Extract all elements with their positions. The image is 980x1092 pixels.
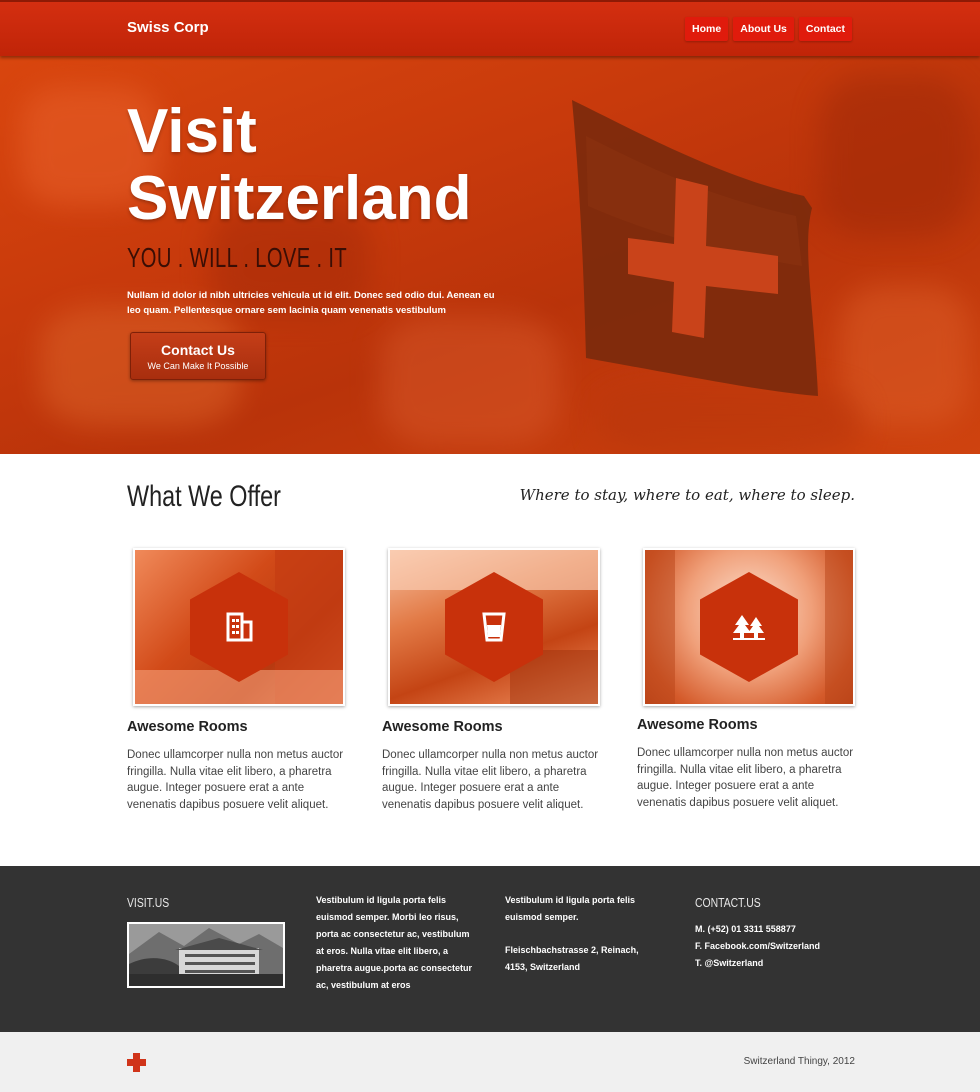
card-text: Donec ullamcorper nulla non metus auctor…: [382, 749, 599, 811]
card-image[interactable]: [388, 548, 600, 706]
cta-label: Contact Us: [161, 342, 235, 358]
hero-description: Nullam id dolor id nibh ultricies vehicu…: [127, 290, 495, 316]
footer-address-line: Fleischbachstrasse 2, Reinach,: [505, 945, 639, 955]
contact-twitter-link[interactable]: T. @Switzerland: [695, 955, 855, 972]
building-icon: [190, 572, 288, 682]
section-subtitle: Where to stay, where to eat, where to sl…: [519, 486, 855, 504]
card-text: Donec ullamcorper nulla non metus auctor…: [637, 747, 854, 809]
contact-facebook-link[interactable]: F. Facebook.com/Switzerland: [695, 938, 855, 955]
footer-column-text: Vestibulum id ligula porta felis euismod…: [505, 895, 636, 922]
footer-address-line: 4153, Switzerland: [505, 962, 581, 972]
card-title: Awesome Rooms: [382, 719, 503, 735]
contact-us-button[interactable]: Contact Us We Can Make It Possible: [130, 332, 266, 380]
hero-title: Visit Switzerland: [127, 98, 472, 232]
site-footer: VISIT.US Vestibulum id ligula porta feli…: [0, 866, 980, 1032]
nav-about-us[interactable]: About Us: [733, 17, 794, 41]
hero-title-line2: Switzerland: [127, 164, 472, 233]
offer-card: Awesome Rooms Donec ullamcorper nulla no…: [382, 548, 612, 818]
visit-us-heading: VISIT.US: [127, 895, 170, 910]
hero-banner: Visit Switzerland YOU . WILL . LOVE . IT…: [0, 56, 980, 454]
hero-tagline: YOU . WILL . LOVE . IT: [127, 242, 348, 273]
card-text: Donec ullamcorper nulla non metus auctor…: [127, 749, 344, 811]
swiss-cross-icon: [127, 1053, 146, 1072]
offer-card: Awesome Rooms Donec ullamcorper nulla no…: [127, 548, 357, 818]
card-title: Awesome Rooms: [637, 717, 758, 733]
bottom-bar: Switzerland Thingy, 2012: [0, 1032, 980, 1092]
nav-home[interactable]: Home: [685, 17, 729, 41]
footer-column-text: Vestibulum id ligula porta felis euismod…: [316, 895, 473, 990]
hotel-photo: [127, 922, 285, 988]
card-image[interactable]: [133, 548, 345, 706]
trees-icon: [700, 572, 798, 682]
brand-logo[interactable]: Swiss Corp: [127, 19, 209, 36]
cta-sublabel: We Can Make It Possible: [147, 361, 249, 371]
card-image[interactable]: [643, 548, 855, 706]
nav-contact[interactable]: Contact: [798, 17, 852, 41]
swiss-flag-image: [572, 100, 818, 396]
card-title: Awesome Rooms: [127, 719, 248, 735]
copyright-text: Switzerland Thingy, 2012: [743, 1056, 855, 1067]
contact-phone: M. (+52) 01 3311 558877: [695, 924, 796, 934]
section-title: What We Offer: [127, 480, 281, 513]
main-nav: Home About Us Contact: [685, 17, 852, 41]
site-header: Swiss Corp Home About Us Contact: [0, 0, 980, 56]
offer-card: Awesome Rooms Donec ullamcorper nulla no…: [637, 548, 867, 818]
hero-title-line1: Visit: [127, 97, 257, 166]
contact-us-heading: CONTACT.US: [695, 895, 761, 910]
